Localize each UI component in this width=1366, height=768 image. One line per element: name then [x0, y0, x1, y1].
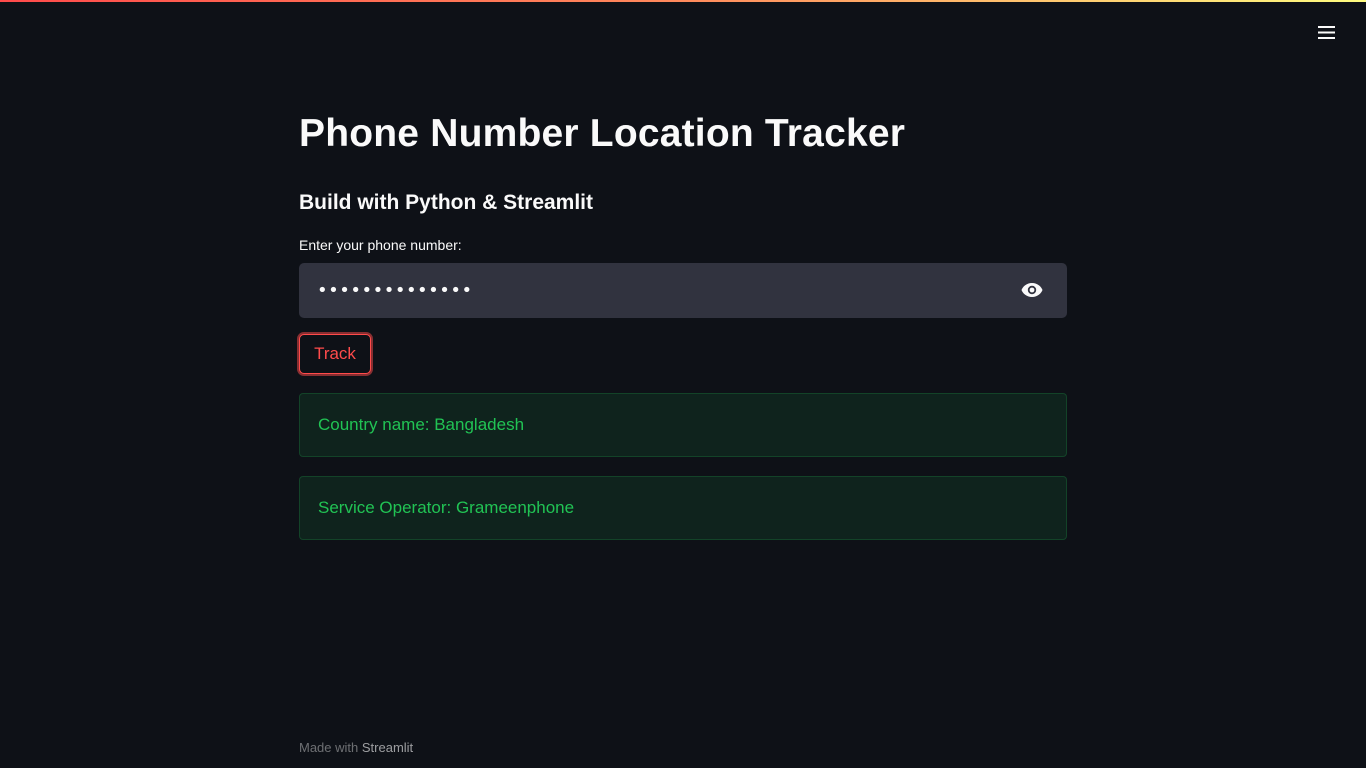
country-result-text: Country name: Bangladesh	[318, 415, 525, 434]
phone-input-container	[299, 263, 1067, 318]
country-result-alert: Country name: Bangladesh	[299, 393, 1067, 457]
page-title: Phone Number Location Tracker	[299, 112, 906, 155]
footer: Made with Streamlit	[299, 740, 413, 755]
track-button[interactable]: Track	[299, 334, 371, 374]
phone-number-input[interactable]	[299, 263, 999, 318]
operator-result-text: Service Operator: Grameenphone	[318, 498, 575, 517]
top-decoration-bar	[0, 0, 1366, 2]
footer-prefix: Made with	[299, 740, 362, 755]
phone-input-label: Enter your phone number:	[299, 237, 462, 253]
main-menu-button[interactable]	[1311, 18, 1341, 46]
page-subtitle: Build with Python & Streamlit	[299, 191, 594, 214]
streamlit-link[interactable]: Streamlit	[362, 740, 413, 755]
show-password-button[interactable]	[1019, 279, 1045, 301]
hamburger-menu-icon	[1317, 25, 1335, 39]
operator-result-alert: Service Operator: Grameenphone	[299, 476, 1067, 540]
eye-icon	[1021, 283, 1043, 297]
